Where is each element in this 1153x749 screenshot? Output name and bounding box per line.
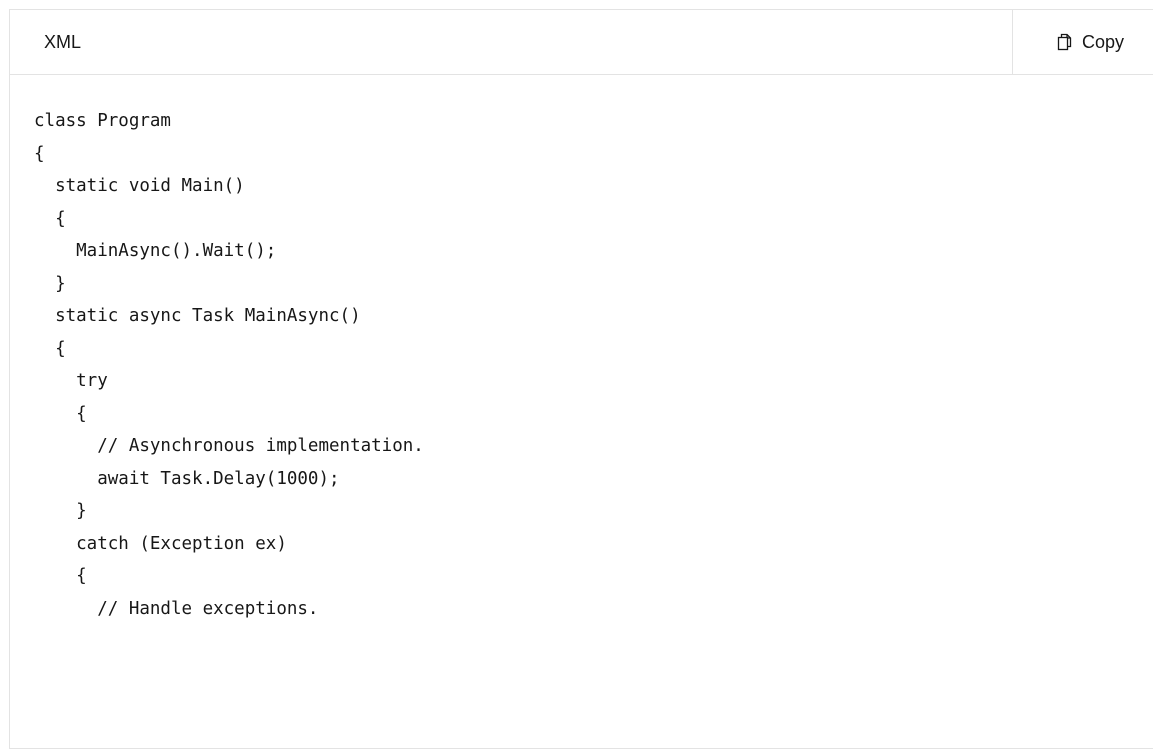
code-line: { bbox=[34, 208, 66, 229]
copy-button[interactable]: Copy bbox=[1012, 10, 1153, 74]
code-header: XML Copy bbox=[10, 10, 1153, 75]
code-line: await Task.Delay(1000); bbox=[34, 468, 340, 489]
code-line: try bbox=[34, 371, 108, 391]
code-line: { bbox=[34, 338, 66, 359]
language-label: XML bbox=[44, 32, 82, 52]
copy-icon bbox=[1057, 33, 1073, 51]
code-line: MainAsync().Wait(); bbox=[34, 241, 277, 261]
code-line: static void Main() bbox=[34, 176, 245, 196]
copy-label: Copy bbox=[1082, 32, 1125, 52]
code-line: { bbox=[34, 143, 45, 164]
code-line: { bbox=[34, 403, 87, 424]
code-line: { bbox=[34, 566, 87, 586]
code-line: catch (Exception ex) bbox=[34, 533, 287, 554]
code-line: class Program bbox=[34, 111, 171, 131]
code-line: } bbox=[34, 501, 87, 521]
code-block: XML Copy class Program { static void Main… bbox=[9, 9, 1153, 749]
code-line: // Asynchronous implementation. bbox=[34, 436, 424, 456]
code-line: // Handle exceptions. bbox=[34, 598, 319, 619]
code-line: } bbox=[34, 273, 66, 294]
code-line: static async Task MainAsync() bbox=[34, 306, 361, 326]
code-body: class Program { static void Main() { Main… bbox=[34, 105, 424, 625]
